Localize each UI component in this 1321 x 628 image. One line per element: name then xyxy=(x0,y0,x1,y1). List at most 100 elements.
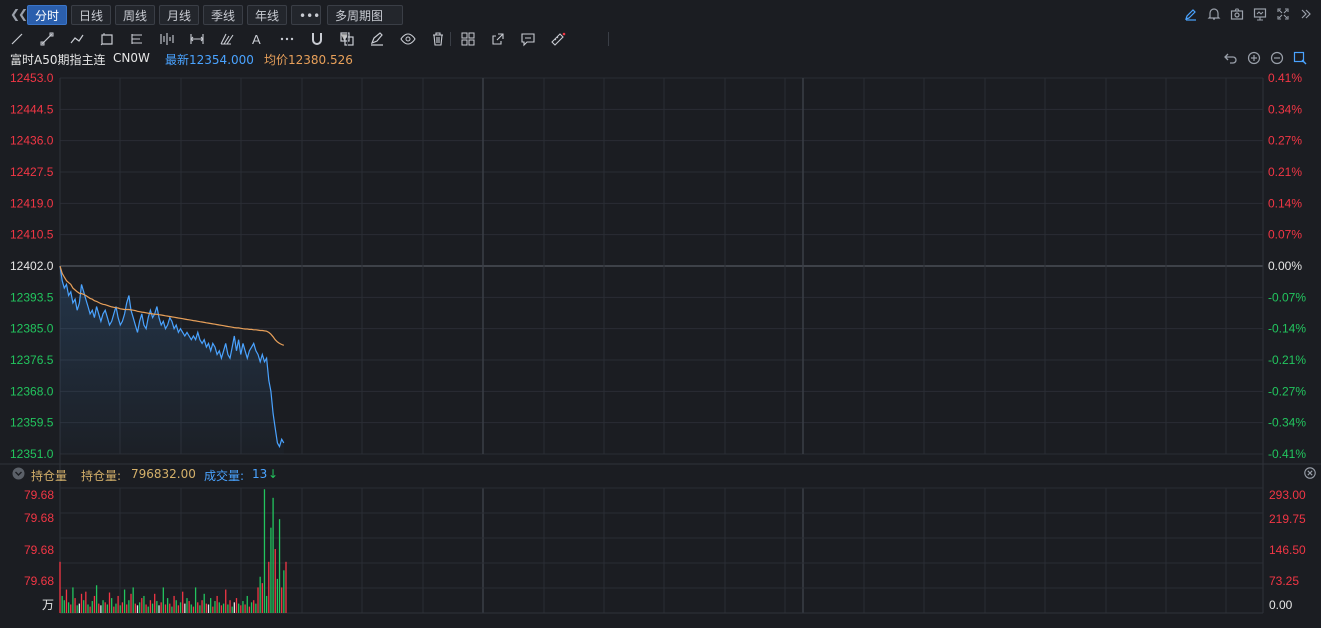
volume-bar xyxy=(70,604,72,613)
volume-bar xyxy=(149,600,152,613)
volume-bar xyxy=(210,598,212,613)
volume-bar xyxy=(276,578,279,613)
volume-tick-label-left: 79.68 xyxy=(24,511,54,525)
volume-bar xyxy=(132,587,134,613)
volume-bar xyxy=(111,598,113,613)
volume-bar xyxy=(138,602,141,613)
volume-bar xyxy=(171,606,173,613)
volume-bar xyxy=(250,602,253,613)
volume-bar xyxy=(186,598,188,613)
volume-bar xyxy=(74,598,76,613)
volume-bar xyxy=(225,589,227,613)
volume-bar xyxy=(231,606,233,613)
subchart-header: 持仓量 持仓量: 796832.00 成交量: 13 ↓ xyxy=(0,466,1321,484)
volume-bar xyxy=(164,604,167,613)
volume-bar xyxy=(242,601,244,613)
y-tick-label-right: -0.34% xyxy=(1268,416,1306,430)
volume-bar xyxy=(274,549,276,613)
volume-bar xyxy=(182,591,184,613)
y-tick-label-left: 12359.5 xyxy=(10,416,54,430)
volume-bar xyxy=(136,605,139,613)
volume-bar xyxy=(175,600,177,613)
volume-bar xyxy=(214,601,216,613)
volume-bar xyxy=(169,603,171,613)
volume-bar xyxy=(197,602,199,613)
volume-tick-label-left: 79.68 xyxy=(24,543,54,557)
volume-bar xyxy=(147,606,149,613)
volume-bar xyxy=(151,603,154,613)
collapse-subchart-icon[interactable] xyxy=(12,467,25,483)
volume-bar xyxy=(255,603,257,613)
y-tick-label-right: 0.00% xyxy=(1268,259,1302,273)
y-tick-label-left: 12410.5 xyxy=(10,228,54,242)
intraday-chart[interactable]: 12453.0 0.41% 12444.5 0.34% 12436.0 0.27% 1242… xyxy=(0,0,1321,628)
y-tick-label-right: -0.27% xyxy=(1268,384,1306,398)
volume-bar xyxy=(59,561,61,613)
volume-bar xyxy=(261,583,263,613)
volume-bar xyxy=(61,595,63,613)
open-interest-label: 持仓量: xyxy=(81,469,122,483)
volume-bar xyxy=(259,576,261,613)
volume-bar xyxy=(272,497,274,613)
volume-bar xyxy=(268,561,270,613)
y-tick-label-left: 12385.0 xyxy=(10,322,54,336)
volume-bar xyxy=(78,603,81,613)
volume-bar xyxy=(203,593,205,613)
volume-bar xyxy=(246,595,248,613)
y-tick-label-left: 12419.0 xyxy=(10,196,54,210)
volume-down-arrow-icon: ↓ xyxy=(268,467,279,481)
volume-bar xyxy=(106,604,108,613)
volume-bar xyxy=(98,603,100,613)
volume-bar xyxy=(235,598,238,613)
volume-bar xyxy=(113,606,115,613)
volume-bar xyxy=(102,600,104,613)
y-tick-label-left: 12351.0 xyxy=(10,447,54,461)
volume-bar xyxy=(158,605,160,613)
volume-bar xyxy=(100,605,102,613)
volume-bar xyxy=(188,601,190,613)
volume-bar xyxy=(263,489,266,613)
y-tick-label-left: 12368.0 xyxy=(10,384,54,398)
volume-tick-label-right: 219.75 xyxy=(1269,512,1306,526)
volume-bar xyxy=(194,587,197,613)
volume-bar xyxy=(95,585,98,613)
volume-bar xyxy=(83,600,85,613)
y-tick-label-left: 12436.0 xyxy=(10,134,54,148)
volume-bar xyxy=(278,519,281,613)
close-subchart-icon[interactable] xyxy=(1304,467,1316,482)
volume-bar xyxy=(265,595,268,613)
volume-bar xyxy=(154,593,156,613)
volume-bar xyxy=(205,603,208,613)
volume-bar xyxy=(119,605,121,613)
volume-bar xyxy=(115,603,117,613)
volume-bar xyxy=(240,605,242,613)
volume-bar xyxy=(199,605,201,613)
y-tick-label-right: -0.21% xyxy=(1268,353,1306,367)
volume-tick-label-right: 146.50 xyxy=(1269,543,1306,557)
y-tick-label-right: -0.41% xyxy=(1268,447,1306,461)
y-tick-label-right: 0.07% xyxy=(1268,228,1302,242)
volume-bar xyxy=(121,602,124,613)
volume-bar xyxy=(166,598,169,613)
volume-bar xyxy=(63,600,65,613)
volume-bar xyxy=(248,606,251,613)
volume-bar xyxy=(238,603,240,613)
volume-bar xyxy=(117,595,119,613)
volume-label: 成交量: xyxy=(204,469,245,483)
volume-tick-label-left: 79.68 xyxy=(24,488,54,502)
volume-bar xyxy=(126,604,128,613)
volume-bar xyxy=(67,602,70,613)
y-tick-label-left: 12444.5 xyxy=(10,102,54,116)
volume-bar xyxy=(192,606,195,613)
volume-tick-label-right: 0.00 xyxy=(1269,598,1293,612)
volume-bar xyxy=(207,604,210,613)
volume-bar xyxy=(128,600,130,613)
volume-bar xyxy=(104,602,106,613)
volume-bar xyxy=(283,570,285,613)
volume-bar xyxy=(72,587,74,613)
volume-bar xyxy=(184,603,186,613)
y-tick-label-left: 12393.5 xyxy=(10,290,54,304)
y-tick-label-right: 0.41% xyxy=(1268,71,1302,85)
volume-bar xyxy=(220,605,223,613)
volume-bar xyxy=(80,593,83,613)
